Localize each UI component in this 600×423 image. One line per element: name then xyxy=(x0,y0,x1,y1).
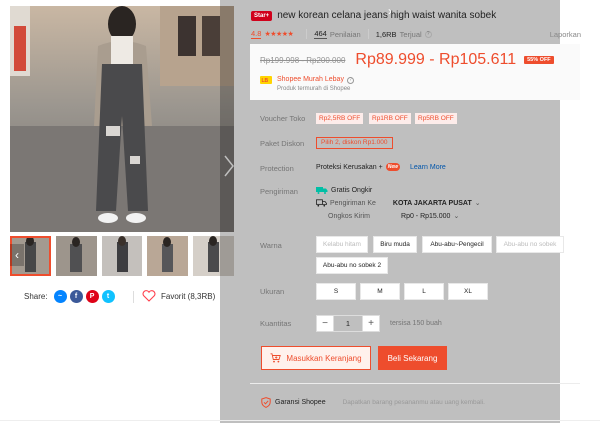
divider xyxy=(250,383,580,384)
buy-now-button[interactable]: Beli Sekarang xyxy=(378,346,447,370)
truck-icon xyxy=(316,199,327,207)
size-label: Ukuran xyxy=(260,287,285,296)
sold-label: Terjual xyxy=(399,29,422,39)
sold-info-icon[interactable]: ? xyxy=(424,30,432,38)
facebook-icon[interactable]: f xyxy=(69,290,83,303)
sold-count: 1,6RB xyxy=(375,29,397,39)
shipping-cost-chevron-down-icon[interactable]: ⌄ xyxy=(453,212,459,220)
seller-logo-icon: LB xyxy=(260,76,272,84)
favorite-button[interactable]: Favorit (8,3RB) xyxy=(142,290,215,302)
color-label: Warna xyxy=(260,241,282,250)
new-badge: New xyxy=(385,163,401,171)
product-details: Star+ new korean celana jeans high waist… xyxy=(250,0,590,423)
color-option-4[interactable]: Abu-abu no sobek xyxy=(496,236,564,253)
guarantee-title: Garansi Shopee xyxy=(275,399,326,406)
rating-value[interactable]: 4.8 xyxy=(251,29,262,39)
guarantee-desc: Dapatkan barang pesananmu atau uang kemb… xyxy=(342,399,485,406)
quantity-input[interactable]: 1 xyxy=(334,315,362,332)
share-row: Share: ~ f P t xyxy=(24,290,115,303)
free-shipping-icon xyxy=(316,187,328,194)
ship-to-value[interactable]: KOTA JAKARTA PUSAT xyxy=(393,200,472,207)
current-price: Rp89.999 - Rp105.611 xyxy=(355,51,517,68)
size-option-l[interactable]: L xyxy=(404,283,444,300)
protection-label: Protection xyxy=(260,164,294,173)
page-bottom-border xyxy=(0,420,600,421)
seller-name: Shopee Murah Lebay xyxy=(277,76,344,83)
free-shipping-row: Gratis Ongkir xyxy=(316,186,372,194)
seller-subtitle: Produk termurah di Shopee xyxy=(277,86,351,92)
quantity-label: Kuantitas xyxy=(260,319,292,328)
ship-to-chevron-down-icon[interactable]: ⌄ xyxy=(475,199,481,207)
svg-text:LB: LB xyxy=(262,78,269,84)
shipping-label: Pengiriman xyxy=(260,187,298,196)
voucher-chip-1[interactable]: Rp2,5RB OFF xyxy=(316,113,364,124)
voucher-chip-2[interactable]: Rp1RB OFF xyxy=(369,113,411,124)
add-to-cart-button[interactable]: Masukkan Keranjang xyxy=(261,346,371,370)
reviews-label: Penilaian xyxy=(329,29,361,39)
size-option-s[interactable]: S xyxy=(316,283,356,300)
thumbnail-strip xyxy=(10,236,234,276)
pinterest-icon[interactable]: P xyxy=(85,290,99,303)
quantity-increase-button[interactable]: + xyxy=(362,315,380,332)
share-label: Share: xyxy=(24,292,48,301)
protection-text: Proteksi Kerusakan + xyxy=(316,163,383,171)
voucher-chip-3[interactable]: Rp5RB OFF xyxy=(415,113,457,124)
voucher-label: Voucher Toko xyxy=(260,114,306,123)
paket-discount-chip[interactable]: Pilih 2, diskon Rp1.000 xyxy=(316,137,393,149)
favorite-label: Favorit (8,3RB) xyxy=(161,291,216,301)
learn-more-link[interactable]: Learn More xyxy=(410,164,446,171)
star-plus-badge: Star+ xyxy=(251,10,273,21)
color-option-3[interactable]: Abu-abu~Pengecil xyxy=(422,236,492,253)
guarantee-row: Garansi Shopee Dapatkan barang pesananmu… xyxy=(261,397,485,408)
size-option-m[interactable]: M xyxy=(360,283,400,300)
product-title: new korean celana jeans high waist wanit… xyxy=(277,10,497,21)
discount-badge: 55% OFF xyxy=(524,56,554,64)
rating-stars-icon: ★★★★★ xyxy=(264,31,294,38)
reviews-count[interactable]: 464 xyxy=(314,29,327,39)
size-option-xl[interactable]: XL xyxy=(448,283,488,300)
main-product-image[interactable] xyxy=(10,6,234,232)
report-link[interactable]: Laporkan xyxy=(550,30,581,39)
color-option-2[interactable]: Biru muda xyxy=(373,236,417,253)
messenger-icon[interactable]: ~ xyxy=(53,290,67,303)
thumbnail-prev-icon[interactable]: ‹ xyxy=(10,244,24,266)
shield-icon xyxy=(261,397,271,408)
seller-info-icon[interactable]: ? xyxy=(346,77,354,84)
thumbnail-3[interactable] xyxy=(101,236,143,276)
paket-label: Paket Diskon xyxy=(260,139,305,148)
ship-to-label: Pengiriman Ke xyxy=(330,199,376,207)
stock-text: tersisa 150 buah xyxy=(390,320,442,327)
seller-promo[interactable]: LB Shopee Murah Lebay? Produk termurah d… xyxy=(260,74,354,92)
add-to-cart-label: Masukkan Keranjang xyxy=(286,353,362,363)
thumbnail-4[interactable] xyxy=(147,236,189,276)
free-shipping-text: Gratis Ongkir xyxy=(331,186,373,194)
heart-icon xyxy=(142,290,156,302)
rating-row: 4.8 ★★★★★ 464 Penilaian 1,6RB Terjual ? … xyxy=(251,28,581,40)
price-box: Rp199.998 - Rp200.000 Rp89.999 - Rp105.6… xyxy=(250,44,580,100)
thumbnail-2[interactable] xyxy=(55,236,97,276)
original-price: Rp199.998 - Rp200.000 xyxy=(260,55,346,65)
shipping-cost-value[interactable]: Rp0 - Rp15.000 xyxy=(401,213,450,220)
quantity-stepper: − 1 + tersisa 150 buah xyxy=(316,315,442,332)
color-option-1[interactable]: Kelabu hitam xyxy=(316,236,368,253)
shipping-cost-label: Ongkos Kirim xyxy=(328,212,371,220)
quantity-decrease-button[interactable]: − xyxy=(316,315,334,332)
cart-icon xyxy=(270,353,282,363)
protection-row: Proteksi Kerusakan + New Learn More xyxy=(316,163,446,171)
shipping-cost-row: Ongkos Kirim Rp0 - Rp15.000 ⌄ xyxy=(328,212,459,221)
twitter-icon[interactable]: t xyxy=(101,290,115,303)
share-divider xyxy=(133,291,134,303)
color-option-5[interactable]: Abu-abu no sobek 2 xyxy=(316,257,388,274)
ship-to-row: Pengiriman Ke KOTA JAKARTA PUSAT ⌄ xyxy=(316,199,481,207)
